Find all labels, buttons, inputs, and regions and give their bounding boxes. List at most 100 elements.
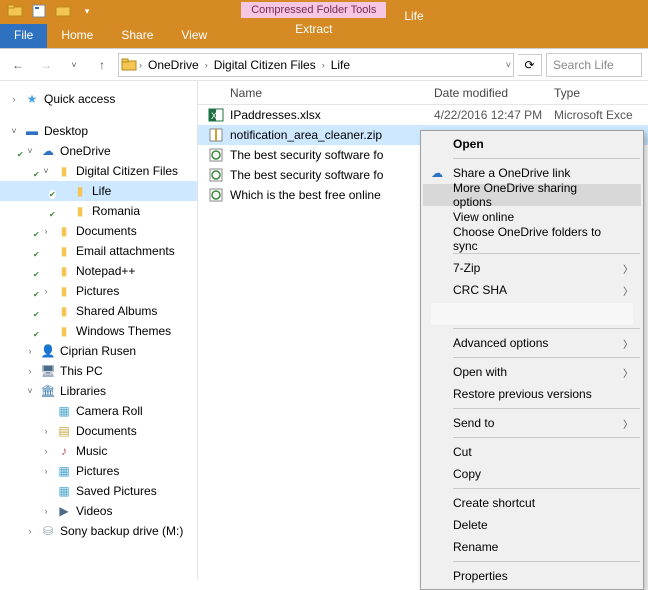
nav-documents[interactable]: ›▮✔Documents <box>0 221 197 241</box>
nav-videos[interactable]: ›▶Videos <box>0 501 197 521</box>
folder-icon: ▮ <box>56 243 72 259</box>
file-name: notification_area_cleaner.zip <box>230 128 382 142</box>
nav-life[interactable]: ▮✔Life <box>0 181 197 201</box>
cm-crc-sha[interactable]: CRC SHA〉 <box>423 279 641 301</box>
folder-icon: ▮ <box>56 223 72 239</box>
chevron-right-icon[interactable]: › <box>40 226 52 236</box>
cm-properties[interactable]: Properties <box>423 565 641 587</box>
column-date[interactable]: Date modified <box>426 86 546 100</box>
crumb-life[interactable]: Life <box>327 58 354 72</box>
chevron-right-icon[interactable]: › <box>40 426 52 436</box>
tab-share[interactable]: Share <box>107 24 167 48</box>
cm-rename[interactable]: Rename <box>423 536 641 558</box>
html-icon <box>208 167 224 183</box>
chevron-down-icon[interactable]: ˅ <box>24 146 36 156</box>
folder-icon: ▮ <box>72 183 88 199</box>
file-type: Microsoft Exce <box>546 108 648 122</box>
chevron-right-icon[interactable]: › <box>24 526 36 536</box>
user-icon: 👤 <box>40 343 56 359</box>
crumb-digital-citizen[interactable]: Digital Citizen Files <box>210 58 320 72</box>
nav-onedrive[interactable]: ˅☁✔OneDrive <box>0 141 197 161</box>
chevron-right-icon[interactable]: › <box>205 60 208 70</box>
nav-notepadpp[interactable]: ▮✔Notepad++ <box>0 261 197 281</box>
folder-icon[interactable] <box>4 0 26 22</box>
nav-shared-albums[interactable]: ▮✔Shared Albums <box>0 301 197 321</box>
nav-desktop[interactable]: ˅▬Desktop <box>0 121 197 141</box>
nav-this-pc[interactable]: ›🖥This PC <box>0 361 197 381</box>
sync-check-icon: ✔ <box>33 270 40 279</box>
chevron-right-icon[interactable]: › <box>322 60 325 70</box>
new-folder-icon[interactable] <box>52 0 74 22</box>
title-bar: ▾ File Home Share View Compressed Folder… <box>0 0 648 48</box>
nav-ciprian[interactable]: ›👤Ciprian Rusen <box>0 341 197 361</box>
folder-icon: ▮ <box>72 203 88 219</box>
breadcrumb[interactable]: › OneDrive › Digital Citizen Files › Lif… <box>118 53 514 77</box>
search-input[interactable]: Search Life <box>546 53 642 77</box>
chevron-right-icon[interactable]: › <box>40 466 52 476</box>
forward-button[interactable]: → <box>34 53 58 77</box>
recent-dropdown-icon[interactable]: ˅ <box>62 53 86 77</box>
cm-choose-folders-sync[interactable]: Choose OneDrive folders to sync <box>423 228 641 250</box>
nav-windows-themes[interactable]: ▮✔Windows Themes <box>0 321 197 341</box>
nav-sony-drive[interactable]: ›⛁Sony backup drive (M:) <box>0 521 197 541</box>
properties-icon[interactable] <box>28 0 50 22</box>
contextual-tab-header: Compressed Folder Tools <box>241 2 386 18</box>
cm-open[interactable]: Open <box>423 133 641 155</box>
nav-saved-pictures[interactable]: ▦Saved Pictures <box>0 481 197 501</box>
chevron-down-icon[interactable]: ˅ <box>8 126 20 136</box>
chevron-right-icon[interactable]: › <box>8 94 20 104</box>
nav-music[interactable]: ›♪Music <box>0 441 197 461</box>
sync-check-icon: ✔ <box>33 170 40 179</box>
qat-dropdown-icon[interactable]: ▾ <box>76 0 98 22</box>
drive-icon: ⛁ <box>40 523 56 539</box>
tab-file[interactable]: File <box>0 24 47 48</box>
cm-cut[interactable]: Cut <box>423 441 641 463</box>
tab-view[interactable]: View <box>167 24 221 48</box>
contextual-tab-group: Compressed Folder Tools Extract <box>241 0 386 48</box>
refresh-button[interactable]: ⟳ <box>518 54 542 76</box>
chevron-right-icon[interactable]: › <box>139 60 142 70</box>
nav-romania[interactable]: ▮✔Romania <box>0 201 197 221</box>
context-menu: Open ☁Share a OneDrive link More OneDriv… <box>420 130 644 590</box>
column-type[interactable]: Type <box>546 86 648 100</box>
cm-more-onedrive-sharing[interactable]: More OneDrive sharing options <box>423 184 641 206</box>
back-button[interactable]: ← <box>6 53 30 77</box>
chevron-right-icon[interactable]: › <box>40 446 52 456</box>
nav-libraries[interactable]: ˅🏛Libraries <box>0 381 197 401</box>
cm-restore-previous[interactable]: Restore previous versions <box>423 383 641 405</box>
cm-advanced-options[interactable]: Advanced options〉 <box>423 332 641 354</box>
tab-extract[interactable]: Extract <box>279 18 348 42</box>
onedrive-icon: ☁ <box>429 165 445 181</box>
cm-create-shortcut[interactable]: Create shortcut <box>423 492 641 514</box>
folder-icon: ▮ <box>56 323 72 339</box>
chevron-down-icon[interactable]: ˅ <box>24 386 36 396</box>
cm-delete[interactable]: Delete <box>423 514 641 536</box>
nav-lib-pictures[interactable]: ›▦Pictures <box>0 461 197 481</box>
cm-copy[interactable]: Copy <box>423 463 641 485</box>
nav-camera-roll[interactable]: ▦Camera Roll <box>0 401 197 421</box>
chevron-right-icon[interactable]: › <box>40 286 52 296</box>
nav-lib-documents[interactable]: ›▤Documents <box>0 421 197 441</box>
chevron-right-icon[interactable]: › <box>24 346 36 356</box>
chevron-down-icon[interactable]: ˅ <box>506 60 511 70</box>
nav-email-attachments[interactable]: ▮✔Email attachments <box>0 241 197 261</box>
chevron-right-icon[interactable]: › <box>40 506 52 516</box>
cm-7zip[interactable]: 7-Zip〉 <box>423 257 641 279</box>
nav-pictures[interactable]: ›▮✔Pictures <box>0 281 197 301</box>
chevron-down-icon[interactable]: ˅ <box>40 166 52 176</box>
sync-check-icon: ✔ <box>49 190 56 199</box>
nav-digital-citizen-files[interactable]: ˅▮✔Digital Citizen Files <box>0 161 197 181</box>
pictures-icon: ▦ <box>56 463 72 479</box>
quick-access-toolbar: ▾ <box>0 0 221 22</box>
tab-home[interactable]: Home <box>47 24 107 48</box>
column-name[interactable]: Name <box>198 86 426 100</box>
chevron-right-icon[interactable]: › <box>24 366 36 376</box>
file-name: The best security software fo <box>230 148 383 162</box>
cm-send-to[interactable]: Send to〉 <box>423 412 641 434</box>
up-button[interactable]: ↑ <box>90 53 114 77</box>
nav-quick-access[interactable]: ›★Quick access <box>0 89 197 109</box>
crumb-onedrive[interactable]: OneDrive <box>144 58 203 72</box>
chevron-right-icon: 〉 <box>623 365 633 380</box>
file-row[interactable]: XIPaddresses.xlsx4/22/2016 12:47 PMMicro… <box>198 105 648 125</box>
cm-open-with[interactable]: Open with〉 <box>423 361 641 383</box>
